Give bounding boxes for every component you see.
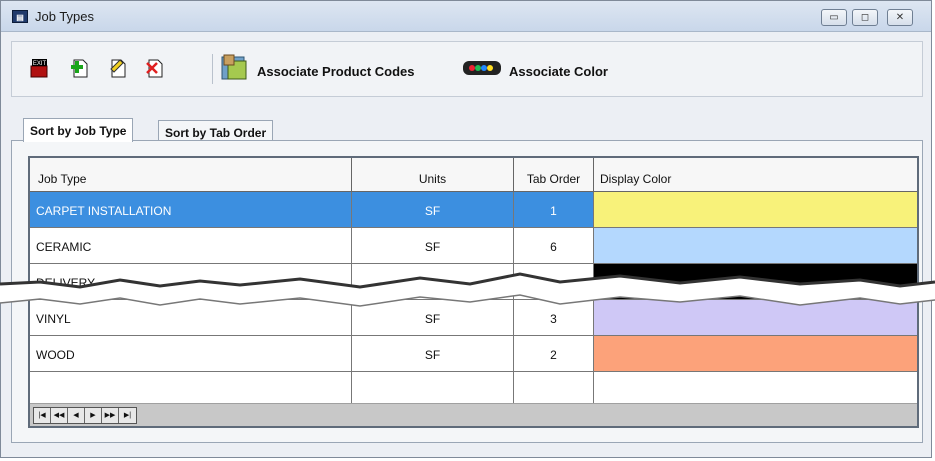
exit-text: EXIT: [33, 61, 47, 67]
add-record-icon[interactable]: [70, 57, 92, 79]
associate-product-codes-button[interactable]: Associate Product Codes: [257, 64, 415, 79]
edit-record-icon[interactable]: [108, 57, 130, 79]
minimize-button[interactable]: ▭: [821, 9, 847, 26]
window-title: Job Types: [35, 9, 95, 24]
first-record-button[interactable]: |◀: [34, 408, 51, 423]
product-codes-icon[interactable]: [220, 53, 250, 83]
toolbar: EXIT Associate Product Codes Associate C…: [11, 41, 923, 97]
navigator-buttons: |◀ ◀◀ ◀ ▶ ▶▶ ▶|: [33, 407, 137, 424]
tab-order-cell[interactable]: 2: [514, 336, 594, 372]
display-color-cell[interactable]: [594, 336, 917, 372]
tab-order-cell[interactable]: 6: [514, 228, 594, 264]
exit-icon[interactable]: EXIT: [29, 57, 51, 79]
job-types-window: ▤ Job Types ▭ ◻ ✕ EXIT Associate Product…: [0, 0, 932, 458]
title-bar: ▤ Job Types ▭ ◻ ✕: [1, 1, 931, 32]
column-header-units[interactable]: Units: [352, 158, 514, 192]
display-color-cell[interactable]: [594, 228, 917, 264]
tab-sort-by-tab-order[interactable]: Sort by Tab Order: [158, 120, 274, 142]
job-type-cell[interactable]: CARPET INSTALLATION: [30, 192, 352, 228]
units-cell[interactable]: SF: [352, 228, 514, 264]
prev-page-button[interactable]: ◀◀: [51, 408, 68, 423]
job-type-cell[interactable]: WOOD: [30, 336, 352, 372]
column-header-tab-order[interactable]: Tab Order: [514, 158, 594, 192]
job-type-cell[interactable]: CERAMIC: [30, 228, 352, 264]
units-cell[interactable]: SF: [352, 336, 514, 372]
delete-record-icon[interactable]: [145, 57, 167, 79]
record-navigator: |◀ ◀◀ ◀ ▶ ▶▶ ▶|: [30, 403, 917, 426]
maximize-button[interactable]: ◻: [852, 9, 878, 26]
close-button[interactable]: ✕: [887, 9, 913, 26]
associate-color-button[interactable]: Associate Color: [509, 64, 608, 79]
color-palette-icon[interactable]: [462, 59, 502, 77]
toolbar-separator: [212, 54, 213, 84]
torn-edge-decoration: [0, 272, 935, 307]
tab-sort-by-job-type[interactable]: Sort by Job Type: [23, 118, 134, 142]
tab-order-cell[interactable]: 1: [514, 192, 594, 228]
app-icon: ▤: [12, 10, 28, 23]
column-header-display-color[interactable]: Display Color: [594, 158, 917, 192]
prev-record-button[interactable]: ◀: [68, 408, 85, 423]
next-record-button[interactable]: ▶: [85, 408, 102, 423]
units-cell[interactable]: SF: [352, 192, 514, 228]
column-header-job-type[interactable]: Job Type: [30, 158, 352, 192]
display-color-cell[interactable]: [594, 192, 917, 228]
next-page-button[interactable]: ▶▶: [102, 408, 119, 423]
last-record-button[interactable]: ▶|: [119, 408, 136, 423]
